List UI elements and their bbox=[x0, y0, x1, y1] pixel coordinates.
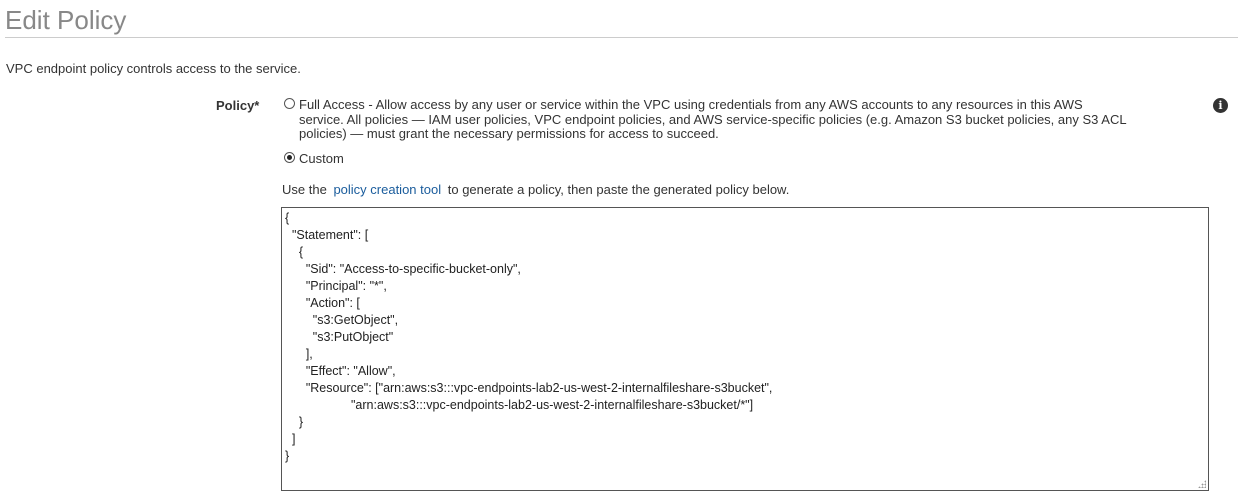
policy-document-content: { "Statement": [ { "Sid": "Access-to-spe… bbox=[285, 210, 772, 465]
full-access-radio[interactable] bbox=[284, 98, 295, 109]
code-line: "Sid": "Access-to-specific-bucket-only", bbox=[285, 262, 521, 276]
code-line: "s3:PutObject" bbox=[285, 330, 394, 344]
edit-policy-page: Edit Policy VPC endpoint policy controls… bbox=[0, 0, 1238, 494]
code-line: { bbox=[285, 211, 290, 225]
helper-suffix: to generate a policy, then paste the gen… bbox=[447, 182, 790, 197]
full-access-label[interactable]: Full Access - Allow access by any user o… bbox=[299, 97, 1199, 142]
code-line: } bbox=[285, 449, 290, 463]
full-access-label-line-1: Full Access - Allow access by any user o… bbox=[299, 97, 1083, 112]
policy-document-textarea[interactable]: { "Statement": [ { "Sid": "Access-to-spe… bbox=[281, 207, 1209, 491]
title-divider bbox=[5, 37, 1238, 38]
code-line: "arn:aws:s3:::vpc-endpoints-lab2-us-west… bbox=[285, 398, 754, 412]
code-line: } bbox=[285, 415, 304, 429]
custom-label[interactable]: Custom bbox=[299, 152, 344, 166]
custom-radio[interactable] bbox=[284, 152, 295, 163]
code-line: ], bbox=[285, 347, 313, 361]
policy-helper-text: Use the policy creation tool to generate… bbox=[282, 182, 789, 198]
textarea-resize-handle[interactable] bbox=[1198, 480, 1206, 488]
policy-field-label: Policy* bbox=[216, 98, 260, 113]
helper-prefix: Use the bbox=[282, 182, 327, 197]
info-icon[interactable]: i bbox=[1213, 98, 1228, 113]
policy-creation-tool-link[interactable]: policy creation tool bbox=[333, 182, 441, 197]
code-line: "Action": [ bbox=[285, 296, 360, 310]
code-line: ] bbox=[285, 432, 296, 446]
code-line: "Resource": ["arn:aws:s3:::vpc-endpoints… bbox=[285, 381, 773, 395]
code-line: "Effect": "Allow", bbox=[285, 364, 396, 378]
page-title: Edit Policy bbox=[5, 5, 127, 35]
code-line: "Statement": [ bbox=[285, 228, 369, 242]
code-line: "s3:GetObject", bbox=[285, 313, 399, 327]
full-access-label-line-2: service. All policies — IAM user policie… bbox=[299, 111, 1127, 127]
full-access-label-line-3: policies) — must grant the necessary per… bbox=[299, 126, 719, 141]
code-line: "Principal": "*", bbox=[285, 279, 387, 293]
code-line: { bbox=[285, 245, 304, 259]
page-description: VPC endpoint policy controls access to t… bbox=[6, 61, 301, 76]
